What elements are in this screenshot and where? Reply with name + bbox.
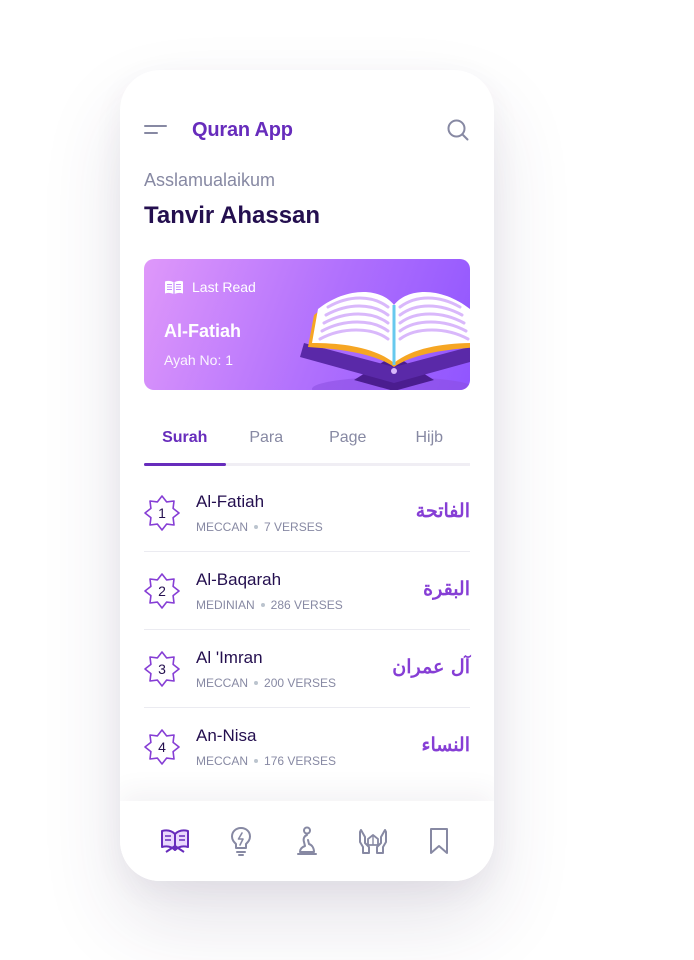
nav-dua[interactable] — [356, 824, 390, 858]
surah-number-badge: 4 — [144, 729, 180, 765]
last-read-label: Last Read — [164, 279, 256, 295]
tab-hijb[interactable]: Hijb — [389, 416, 471, 463]
surah-number: 4 — [158, 739, 166, 755]
surah-meta: MECCAN 200 VERSES — [196, 676, 336, 690]
quran-book-icon — [161, 829, 189, 853]
surah-number-badge: 1 — [144, 495, 180, 531]
book-open-icon — [165, 280, 183, 294]
last-read-surah: Al-Fatiah — [164, 321, 242, 341]
separator-dot — [254, 681, 259, 685]
surah-type: MECCAN — [196, 754, 249, 768]
separator-dot — [254, 759, 259, 763]
surah-meta: MECCAN 176 VERSES — [196, 754, 336, 768]
prayer-icon — [297, 826, 317, 855]
surah-name: Al 'Imran — [196, 648, 263, 667]
surah-meta: MEDINIAN 286 VERSES — [196, 598, 343, 612]
app-title: Quran App — [192, 118, 293, 141]
separator-dot — [260, 603, 265, 607]
surah-arabic-name: البقرة — [423, 578, 470, 600]
surah-number: 3 — [158, 661, 166, 677]
nav-tips[interactable] — [224, 824, 258, 858]
bottom-navigation — [120, 801, 494, 881]
surah-verses: 200 VERSES — [264, 676, 337, 690]
surah-verses: 286 VERSES — [270, 598, 343, 612]
surah-row[interactable]: 4 An-Nisa MECCAN 176 VERSES النساء — [144, 708, 470, 786]
last-read-label-text: Last Read — [192, 279, 256, 295]
separator-dot — [254, 525, 259, 529]
surah-row[interactable]: 1 Al-Fatiah MECCAN 7 VERSES الفاتحة — [144, 474, 470, 552]
menu-line — [144, 125, 167, 127]
surah-name: An-Nisa — [196, 726, 257, 745]
stage: Quran App Asslamualaikum Tanvir Ahassan … — [0, 0, 694, 960]
top-bar: Quran App — [144, 116, 470, 144]
tab-surah[interactable]: Surah — [144, 416, 226, 466]
surah-number-badge: 3 — [144, 651, 180, 687]
surah-type: MEDINIAN — [196, 598, 255, 612]
surah-arabic-name: الفاتحة — [415, 500, 470, 522]
surah-name: Al-Fatiah — [196, 492, 265, 511]
nav-prayer[interactable] — [290, 824, 324, 858]
surah-type: MECCAN — [196, 676, 249, 690]
lamp-icon — [231, 827, 251, 856]
bookmark-icon — [430, 828, 448, 854]
last-read-ayah: Ayah No: 1 — [164, 352, 234, 368]
phone-screen: Quran App Asslamualaikum Tanvir Ahassan … — [120, 70, 494, 881]
menu-icon[interactable] — [144, 120, 170, 140]
dua-hands-icon — [359, 829, 387, 854]
surah-number: 1 — [158, 505, 166, 521]
user-name: Tanvir Ahassan — [144, 202, 321, 229]
tab-para[interactable]: Para — [226, 416, 308, 463]
nav-quran[interactable] — [158, 824, 192, 858]
nav-bookmark[interactable] — [422, 824, 456, 858]
surah-arabic-name: آل عمران — [392, 656, 470, 678]
surah-number-badge: 2 — [144, 573, 180, 609]
surah-verses: 176 VERSES — [264, 754, 337, 768]
surah-list: 1 Al-Fatiah MECCAN 7 VERSES الفاتحة 2 Al — [144, 474, 470, 786]
surah-row[interactable]: 3 Al 'Imran MECCAN 200 VERSES آل عمران — [144, 630, 470, 708]
surah-row[interactable]: 2 Al-Baqarah MEDINIAN 286 VERSES البقرة — [144, 552, 470, 630]
tab-bar: Surah Para Page Hijb — [144, 416, 470, 466]
surah-name: Al-Baqarah — [196, 570, 282, 589]
search-icon[interactable] — [446, 118, 470, 142]
last-read-card[interactable]: Last Read Al-Fatiah Ayah No: 1 — [144, 259, 470, 390]
menu-line — [144, 132, 158, 134]
open-quran-illustration — [300, 291, 470, 390]
surah-verses: 7 VERSES — [264, 520, 323, 534]
surah-arabic-name: النساء — [421, 734, 470, 756]
surah-meta: MECCAN 7 VERSES — [196, 520, 323, 534]
surah-type: MECCAN — [196, 520, 249, 534]
greeting-text: Asslamualaikum — [144, 170, 276, 190]
surah-number: 2 — [158, 583, 166, 599]
tab-page[interactable]: Page — [307, 416, 389, 463]
